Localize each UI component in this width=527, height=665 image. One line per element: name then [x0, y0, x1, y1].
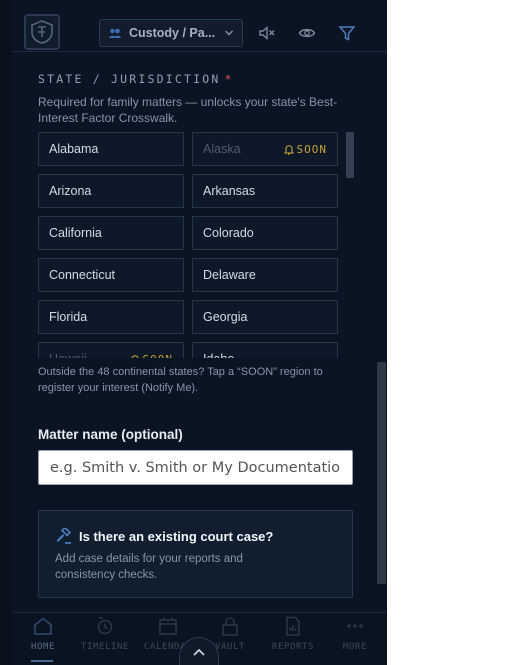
nav-item-label: HOME	[30, 642, 56, 652]
nav-item-home[interactable]: HOME	[12, 613, 74, 665]
state-option[interactable]: Hawaii SOON	[38, 342, 184, 358]
state-option[interactable]: Alaska SOON	[192, 132, 338, 166]
state-option[interactable]: Alabama	[38, 132, 184, 166]
court-case-description: Add case details for your reports and co…	[55, 553, 243, 581]
nav-item-timeline[interactable]: TIMELINE	[74, 613, 136, 665]
state-option[interactable]: Florida	[38, 300, 184, 334]
state-option[interactable]: Idaho	[192, 342, 338, 358]
case-selector-value: Custody / Pa...	[129, 26, 216, 40]
filter-icon[interactable]	[337, 23, 357, 43]
state-option-label: Idaho	[203, 352, 234, 358]
nav-item-label: REPORTS	[271, 642, 315, 652]
jurisdiction-help: Required for family matters — unlocks yo…	[38, 95, 338, 125]
state-option[interactable]: Arizona	[38, 174, 184, 208]
chevron-down-icon	[225, 30, 233, 36]
state-option-label: Arizona	[49, 184, 92, 198]
calendar-icon	[157, 615, 179, 637]
state-option-label: California	[49, 226, 102, 240]
soon-badge: SOON	[130, 353, 174, 358]
state-option-label: Connecticut	[49, 268, 116, 282]
shield-logo-icon[interactable]	[24, 14, 60, 50]
state-option[interactable]: Connecticut	[38, 258, 184, 292]
nav-item-label: VAULT	[214, 642, 246, 652]
app-header: Custody / Pa...	[12, 0, 387, 52]
gavel-icon	[56, 528, 72, 544]
matter-name-input[interactable]	[38, 450, 353, 485]
state-option[interactable]: Arkansas	[192, 174, 338, 208]
soon-badge-text: SOON	[143, 353, 174, 358]
home-icon	[32, 615, 54, 637]
state-grid-scrollbar[interactable]	[346, 132, 354, 358]
state-option[interactable]: Georgia	[192, 300, 338, 334]
state-option-label: Alabama	[49, 142, 99, 156]
state-option-label: Delaware	[203, 268, 256, 282]
soon-badge: SOON	[283, 143, 328, 156]
state-option[interactable]: Delaware	[192, 258, 338, 292]
matter-name-label: Matter name (optional)	[38, 427, 183, 442]
mute-icon[interactable]	[257, 23, 277, 43]
reports-icon	[282, 615, 304, 637]
left-gutter	[0, 0, 12, 665]
soon-badge-text: SOON	[296, 143, 327, 156]
main-content: STATE / JURISDICTION * Required for famil…	[12, 52, 387, 612]
jurisdiction-label-text: STATE / JURISDICTION	[38, 72, 221, 86]
state-option-label: Georgia	[203, 310, 248, 324]
app-frame: Custody / Pa... STATE / JURISDICTION * R…	[0, 0, 387, 665]
bell-icon	[131, 355, 138, 358]
case-selector[interactable]: Custody / Pa...	[99, 19, 243, 47]
jurisdiction-label: STATE / JURISDICTION *	[38, 72, 234, 86]
state-option-label: Hawaii	[49, 352, 87, 358]
state-option-label: Florida	[49, 310, 88, 324]
page-scrollbar-thumb[interactable]	[377, 362, 386, 584]
nav-item-reports[interactable]: REPORTS	[262, 613, 324, 665]
state-option[interactable]: California	[38, 216, 184, 250]
court-case-title: Is there an existing court case?	[79, 529, 274, 544]
state-option-label: Alaska	[203, 142, 241, 156]
state-option[interactable]: Colorado	[192, 216, 338, 250]
nav-item-label: TIMELINE	[80, 642, 130, 652]
bell-icon	[283, 145, 294, 155]
custody-scales-icon	[109, 28, 121, 38]
timeline-icon	[94, 615, 116, 637]
more-icon	[344, 615, 366, 637]
lock-icon	[219, 615, 241, 637]
state-option-label: Arkansas	[203, 184, 256, 198]
nav-item-more[interactable]: MORE	[324, 613, 386, 665]
state-option-label: Colorado	[203, 226, 254, 240]
required-mark: *	[224, 72, 234, 86]
outside-states-note: Outside the 48 continental states? Tap a…	[38, 366, 323, 394]
eye-icon[interactable]	[297, 23, 317, 43]
court-case-card[interactable]: Is there an existing court case? Add cas…	[38, 510, 353, 598]
chevron-up-icon	[193, 648, 205, 656]
state-grid-scroll-thumb[interactable]	[346, 132, 354, 178]
state-grid: Alabama Alaska SOON Arizona Arkansas Californ…	[38, 132, 354, 358]
nav-item-label: MORE	[342, 642, 368, 652]
